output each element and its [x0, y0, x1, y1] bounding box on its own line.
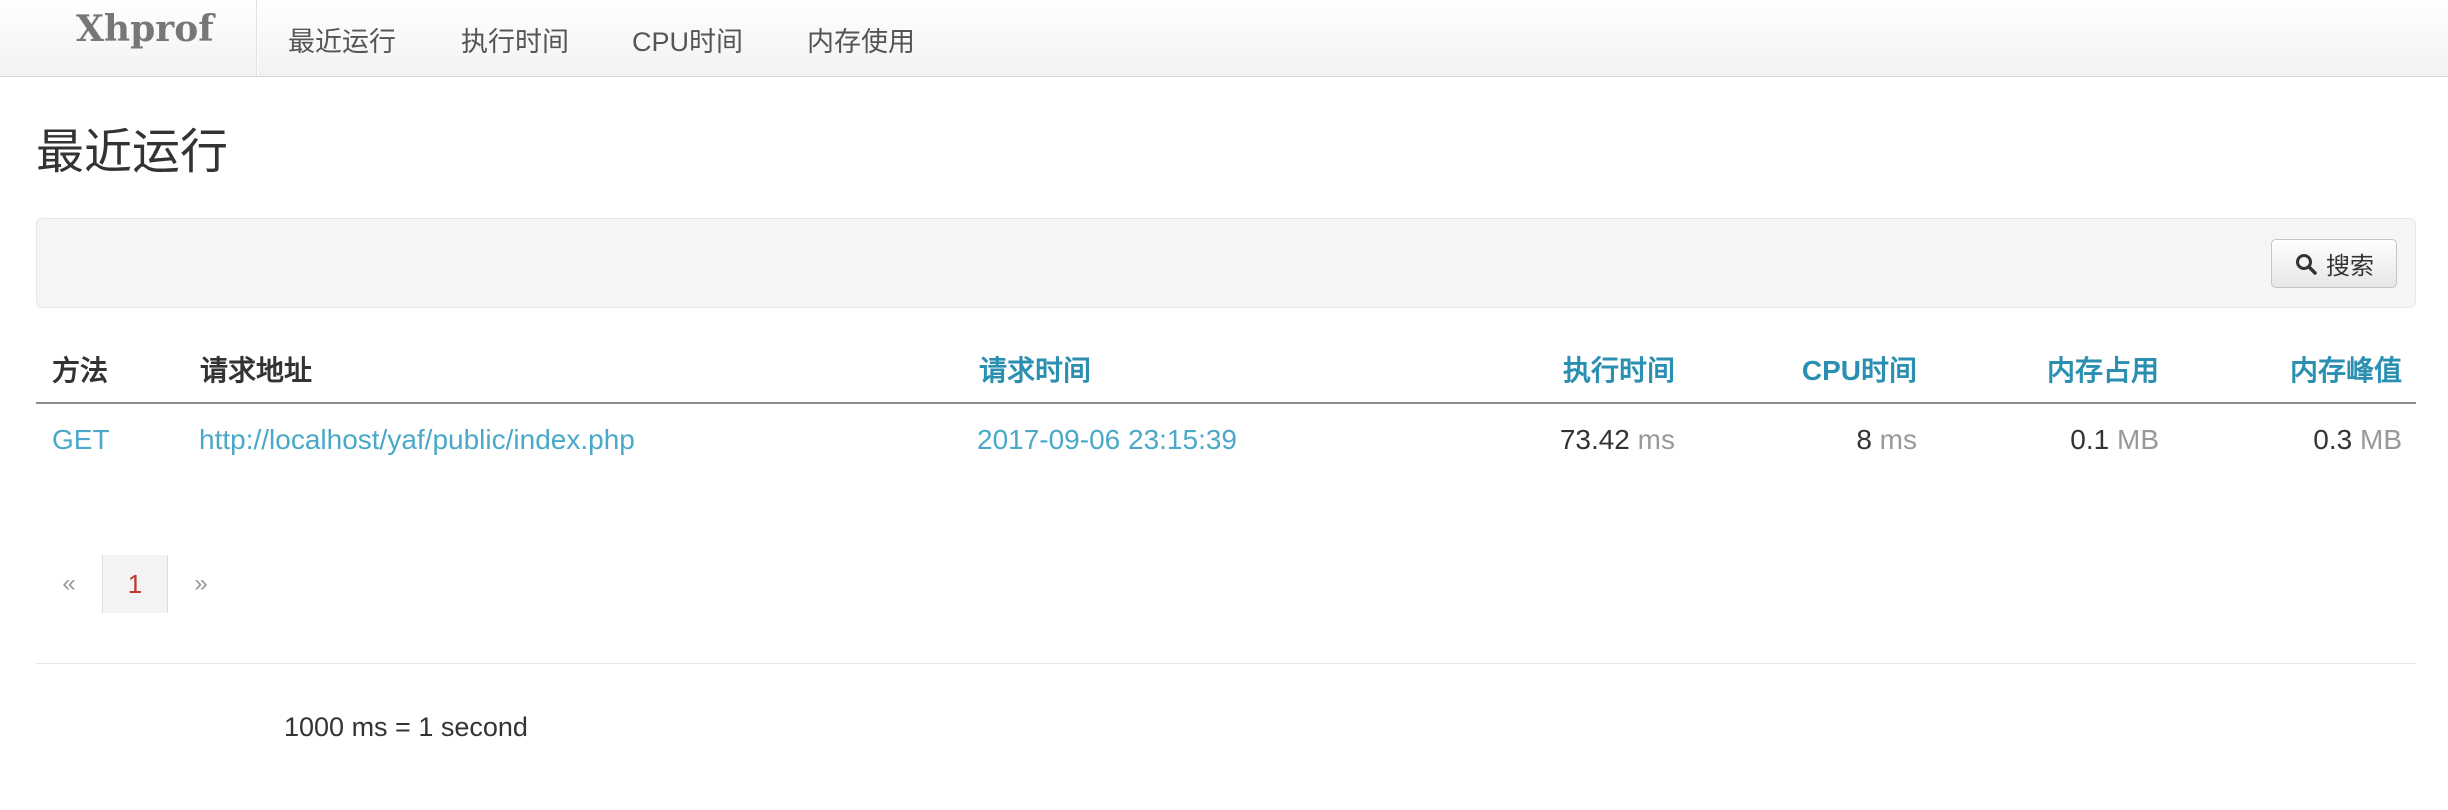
column-header-cpu-time[interactable]: CPU时间: [1802, 349, 1917, 389]
memory-peak-unit: MB: [2360, 424, 2402, 455]
row-request-time-link[interactable]: 2017-09-06 23:15:39: [977, 424, 1237, 456]
memory-peak-value: 0.3: [2313, 424, 2353, 455]
row-memory-peak: 0.3 MB: [2313, 424, 2402, 456]
pagination-prev[interactable]: «: [36, 555, 102, 613]
search-button[interactable]: 搜索: [2271, 239, 2397, 288]
search-button-label: 搜索: [2326, 253, 2374, 280]
footer-note: 1000 ms = 1 second: [284, 712, 528, 742]
exec-time-unit: ms: [1637, 424, 1675, 455]
memory-usage-value: 0.1: [2070, 424, 2110, 455]
nav-item-memory-usage[interactable]: 内存使用: [807, 20, 915, 59]
exec-time-value: 73.42: [1559, 424, 1630, 455]
page-title: 最近运行: [36, 126, 229, 179]
pagination-next[interactable]: »: [168, 555, 234, 613]
column-header-memory-peak[interactable]: 内存峰值: [2290, 349, 2402, 389]
row-method-link[interactable]: GET: [52, 424, 110, 456]
nav-item-cpu-time[interactable]: CPU时间: [632, 20, 743, 59]
row-memory-usage: 0.1 MB: [2070, 424, 2159, 456]
column-header-memory-usage[interactable]: 内存占用: [2047, 349, 2159, 389]
footer-divider: [36, 663, 2416, 664]
navbar-divider: [256, 0, 258, 76]
row-exec-time: 73.42 ms: [1560, 424, 1675, 456]
nav-item-exec-time[interactable]: 执行时间: [461, 20, 569, 59]
pagination-page-1[interactable]: 1: [102, 555, 168, 613]
nav-item-recent-runs[interactable]: 最近运行: [288, 20, 396, 59]
row-url-link[interactable]: http://localhost/yaf/public/index.php: [199, 424, 635, 456]
cpu-time-value: 8: [1856, 424, 1872, 455]
memory-usage-unit: MB: [2117, 424, 2159, 455]
top-navbar: Xhprof 最近运行 执行时间 CPU时间 内存使用: [0, 0, 2448, 77]
row-cpu-time: 8 ms: [1856, 424, 1917, 456]
pagination: « 1 »: [36, 555, 234, 613]
column-header-exec-time[interactable]: 执行时间: [1563, 349, 1675, 389]
cpu-time-unit: ms: [1879, 424, 1917, 455]
brand-logo[interactable]: Xhprof: [76, 8, 214, 50]
column-header-url: 请求地址: [200, 355, 313, 386]
search-icon: [2294, 252, 2318, 276]
search-toolbar: [36, 218, 2416, 308]
column-header-method: 方法: [52, 355, 109, 386]
column-header-request-time[interactable]: 请求时间: [979, 349, 1091, 389]
table-header-divider: [36, 402, 2416, 404]
